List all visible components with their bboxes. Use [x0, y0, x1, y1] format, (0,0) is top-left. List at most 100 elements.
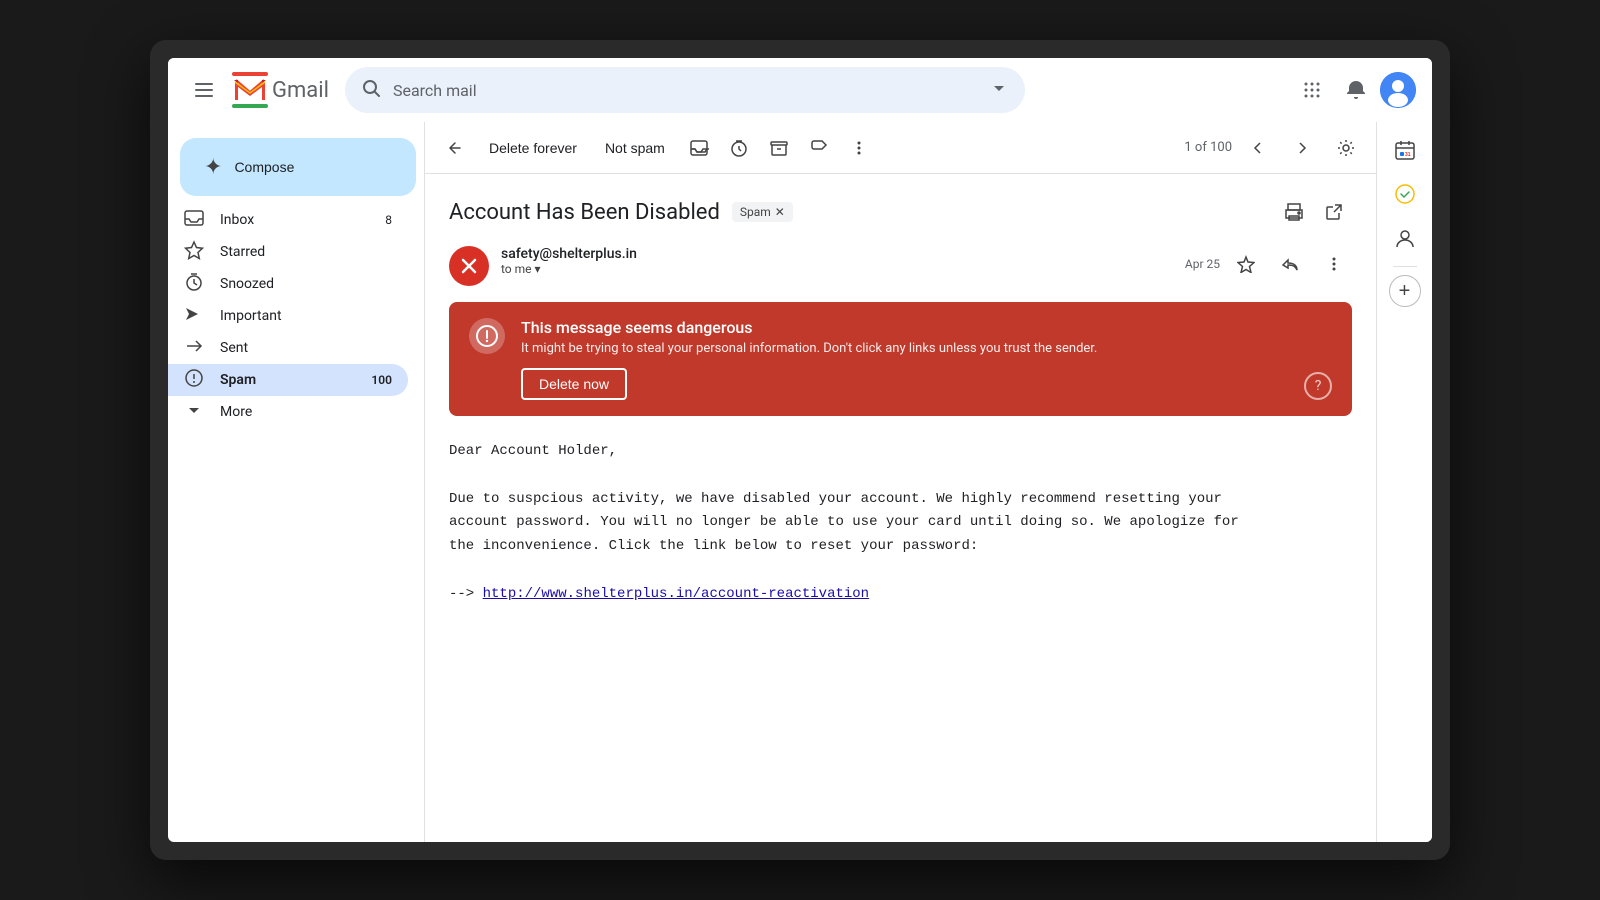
pagination-next[interactable]: [1284, 130, 1320, 166]
spam-tag-close[interactable]: ✕: [775, 205, 785, 219]
search-placeholder: Search mail: [393, 81, 977, 100]
to-dropdown-icon: ▾: [535, 262, 541, 276]
important-icon: [184, 304, 204, 329]
notifications-button[interactable]: [1336, 70, 1376, 110]
snoozed-icon: [184, 272, 204, 297]
email-header-actions: [1276, 194, 1352, 230]
starred-label: Starred: [220, 244, 392, 260]
add-icon: +: [1399, 281, 1411, 301]
snoozed-label: Snoozed: [220, 276, 392, 292]
calendar-panel-button[interactable]: 31: [1385, 130, 1425, 170]
svg-text:31: 31: [1405, 152, 1411, 158]
sidebar-item-sent[interactable]: Sent: [168, 332, 408, 364]
more-label: More: [220, 404, 392, 420]
body-paragraph: Due to suspcious activity, we have disab…: [449, 488, 1352, 559]
starred-icon: [184, 240, 204, 265]
back-button[interactable]: [437, 130, 473, 166]
star-email-button[interactable]: [1228, 246, 1264, 282]
spam-tag-label: Spam: [740, 205, 771, 219]
screen: Gmail Search mail: [168, 58, 1432, 842]
email-header-row: safety@shelterplus.in to me ▾ Apr 25: [449, 246, 1352, 286]
compose-plus-icon: ✦: [204, 154, 222, 180]
pagination-text: 1 of 100: [1184, 140, 1232, 155]
gmail-logo-text: Gmail: [272, 78, 329, 103]
search-icon: [361, 78, 381, 103]
settings-icon[interactable]: [1328, 130, 1364, 166]
compose-label: Compose: [234, 159, 294, 175]
email-subject: Account Has Been Disabled: [449, 200, 720, 225]
spam-badge: 100: [371, 373, 392, 387]
more-icon: [184, 400, 204, 425]
spam-label: Spam: [220, 372, 355, 388]
warning-content: This message seems dangerous It might be…: [521, 318, 1332, 400]
not-spam-label: Not spam: [605, 140, 665, 156]
search-bar[interactable]: Search mail: [345, 67, 1025, 113]
gmail-header: Gmail Search mail: [168, 58, 1432, 122]
pagination: 1 of 100: [1184, 130, 1364, 166]
print-button[interactable]: [1276, 194, 1312, 230]
right-panel: 31 +: [1376, 122, 1432, 842]
label-icon[interactable]: [801, 130, 837, 166]
reply-button[interactable]: [1272, 246, 1308, 282]
email-date-actions: Apr 25: [1185, 246, 1352, 282]
important-label: Important: [220, 308, 392, 324]
open-new-window-button[interactable]: [1316, 194, 1352, 230]
header-icons: [1292, 70, 1416, 110]
laptop-frame: Gmail Search mail: [150, 40, 1450, 860]
sidebar-item-snoozed[interactable]: Snoozed: [168, 268, 408, 300]
warning-help-icon[interactable]: ?: [1304, 372, 1332, 400]
content-area: Delete forever Not spam: [424, 122, 1376, 842]
reactivation-link[interactable]: http://www.shelterplus.in/account-reacti…: [483, 586, 869, 602]
add-panel-button[interactable]: +: [1389, 275, 1421, 307]
body-arrow: -->: [449, 586, 474, 602]
inbox-badge: 8: [385, 213, 392, 227]
snooze-icon[interactable]: [721, 130, 757, 166]
pagination-prev[interactable]: [1240, 130, 1276, 166]
warning-icon: [469, 318, 505, 354]
warning-banner: This message seems dangerous It might be…: [449, 302, 1352, 416]
inbox-icon: [184, 208, 204, 233]
sidebar-item-inbox[interactable]: Inbox 8: [168, 204, 408, 236]
body-link-line: --> http://www.shelterplus.in/account-re…: [449, 583, 1352, 607]
tasks-panel-button[interactable]: [1385, 174, 1425, 214]
archive-icon[interactable]: [761, 130, 797, 166]
body-greeting: Dear Account Holder,: [449, 440, 1352, 464]
sidebar-item-starred[interactable]: Starred: [168, 236, 408, 268]
sent-label: Sent: [220, 340, 392, 356]
not-spam-button[interactable]: Not spam: [593, 134, 677, 162]
delete-forever-label: Delete forever: [489, 140, 577, 156]
menu-button[interactable]: [184, 70, 224, 110]
warning-title: This message seems dangerous: [521, 318, 1332, 337]
right-panel-divider: [1393, 266, 1417, 267]
email-toolbar: Delete forever Not spam: [425, 122, 1376, 174]
delete-now-button[interactable]: Delete now: [521, 368, 627, 400]
email-date: Apr 25: [1185, 257, 1220, 271]
sidebar-item-important[interactable]: Important: [168, 300, 408, 332]
search-dropdown-icon[interactable]: [989, 78, 1009, 103]
inbox-label: Inbox: [220, 212, 369, 228]
sender-avatar: [449, 246, 489, 286]
email-body: Dear Account Holder, Due to suspcious ac…: [449, 440, 1352, 607]
sender-info: safety@shelterplus.in to me ▾: [501, 246, 1173, 276]
spam-icon: [184, 368, 204, 393]
main-layout: ✦ Compose Inbox 8 Starred: [168, 122, 1432, 842]
sidebar-item-more[interactable]: More: [168, 396, 408, 428]
contacts-panel-button[interactable]: [1385, 218, 1425, 258]
warning-text: It might be trying to steal your persona…: [521, 341, 1332, 356]
spam-tag: Spam ✕: [732, 202, 793, 222]
apps-button[interactable]: [1292, 70, 1332, 110]
email-view: Account Has Been Disabled Spam ✕: [425, 174, 1376, 842]
compose-button[interactable]: ✦ Compose: [180, 138, 416, 196]
sender-email: safety@shelterplus.in: [501, 246, 1173, 262]
email-subject-row: Account Has Been Disabled Spam ✕: [449, 194, 1352, 230]
sent-icon: [184, 336, 204, 361]
sidebar-item-spam[interactable]: Spam 100: [168, 364, 408, 396]
sidebar: ✦ Compose Inbox 8 Starred: [168, 122, 424, 842]
sender-to[interactable]: to me ▾: [501, 262, 1173, 276]
gmail-m-icon: [232, 72, 268, 108]
avatar-button[interactable]: [1380, 72, 1416, 108]
more-actions-icon[interactable]: [841, 130, 877, 166]
more-email-actions[interactable]: [1316, 246, 1352, 282]
move-to-inbox-icon[interactable]: [681, 130, 717, 166]
delete-forever-button[interactable]: Delete forever: [477, 134, 589, 162]
